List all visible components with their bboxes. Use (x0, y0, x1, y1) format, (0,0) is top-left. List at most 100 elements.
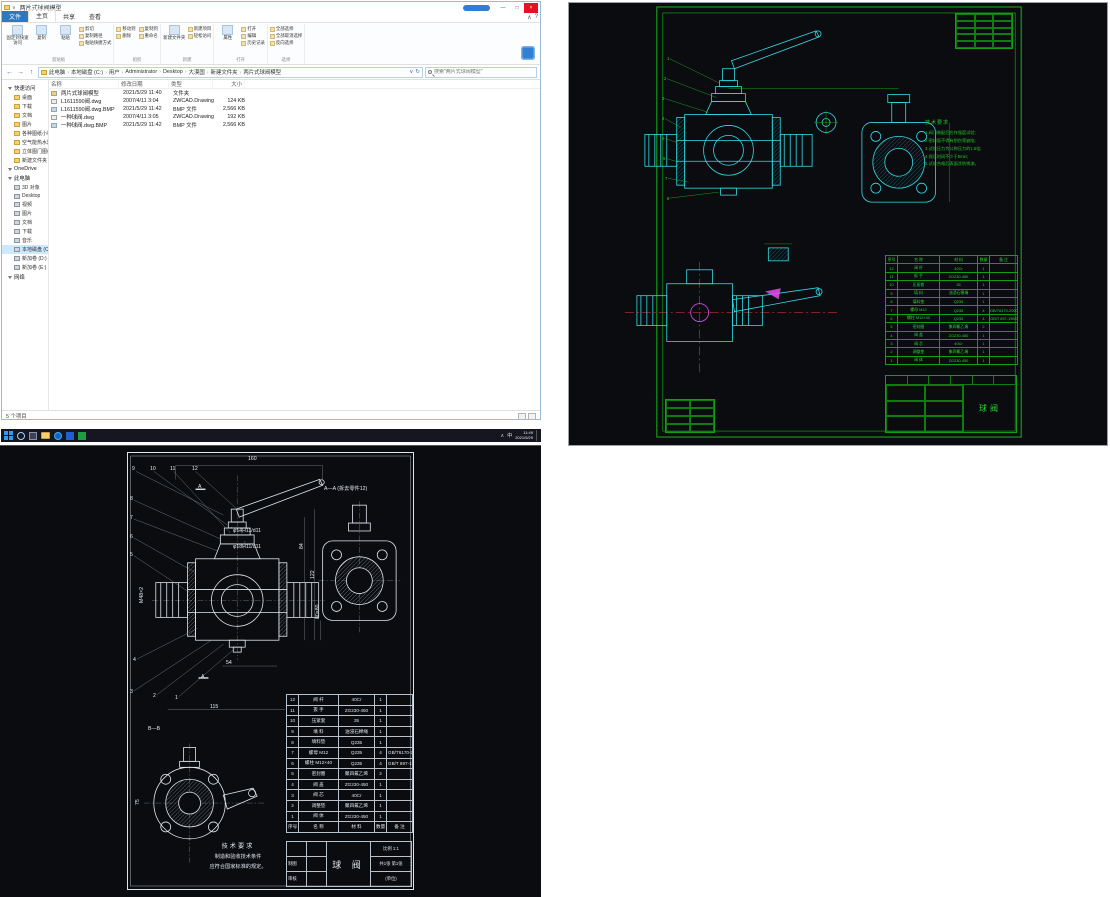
file-row[interactable]: L1611590阀.dwg 2007/4/11 3:04 ZWCAD.Drawi… (49, 97, 540, 105)
breadcrumb-item[interactable]: 此电脑 (49, 68, 71, 76)
tab-file[interactable]: 文件 (2, 11, 29, 22)
ribbon-button[interactable]: 复制路径 (79, 33, 111, 39)
sidebar-item[interactable]: 空气能热水器图纸 (2, 138, 48, 147)
sidebar-item[interactable]: 本地磁盘 (C:) (2, 245, 48, 254)
sidebar-item[interactable]: 新加卷 (E:) (2, 263, 48, 272)
green-app-icon[interactable] (78, 431, 86, 440)
ime-indicator[interactable]: 中 (507, 432, 512, 439)
ribbon-button[interactable]: 全部选择 (269, 26, 302, 32)
edge-browser-icon[interactable] (54, 431, 62, 440)
ribbon-button-icon (138, 33, 144, 39)
ribbon-button[interactable]: 移动到 (116, 26, 136, 32)
sidebar-item[interactable]: 音乐 (2, 236, 48, 245)
sidebar-item[interactable]: 视频 (2, 200, 48, 209)
breadcrumb-item[interactable]: Desktop (163, 69, 189, 75)
balloon-number: 5 (662, 136, 665, 141)
sidebar-item-label: 下载 (22, 229, 33, 235)
file-row[interactable]: 一种球阀.dwg.BMP 2021/5/29 11:42 BMP 文件 2,56… (49, 121, 540, 129)
ribbon-button[interactable]: 删除 (116, 33, 135, 39)
file-row[interactable]: 两片式球阀模型 2021/5/29 11:40 文件夹 (49, 89, 540, 97)
close-button[interactable]: × (524, 2, 538, 13)
ribbon-button[interactable]: 复制 (30, 24, 53, 46)
breadcrumb-item[interactable]: Administrator (125, 69, 163, 75)
start-button[interactable] (4, 431, 13, 440)
ribbon-button[interactable]: 打开 (241, 26, 265, 32)
taskbar-clock[interactable]: 11:49 2021/5/29 (515, 430, 533, 441)
sidebar-item[interactable]: 文档 (2, 111, 48, 120)
ribbon-button-icon (187, 33, 193, 39)
column-header-size[interactable]: 大小 (213, 80, 245, 88)
ball-valve-cad-drawing (624, 6, 1022, 438)
sidebar-item[interactable]: 下载 (2, 102, 48, 111)
breadcrumb-item[interactable]: 两片式球阀模型 (243, 68, 281, 76)
sidebar-item[interactable]: 桌面 (2, 93, 48, 102)
sidebar-item[interactable]: 立体图门图纸 (2, 147, 48, 156)
address-dropdown-icon[interactable]: ∨ (409, 69, 413, 75)
ribbon-button[interactable]: 固定到快速访问 (6, 24, 29, 46)
ribbon-button[interactable]: 粘贴快捷方式 (79, 40, 111, 46)
ribbon-button-label: 删除 (122, 33, 132, 38)
breadcrumb-item[interactable]: 新建文件夹 (211, 68, 244, 76)
ribbon-button[interactable]: 属性 (216, 24, 239, 41)
back-icon[interactable]: ← (5, 69, 14, 76)
sidebar-item[interactable]: 新建文件夹 (2, 156, 48, 165)
breadcrumb-item[interactable]: 用户 (109, 68, 126, 76)
sidebar-header-onedrive[interactable]: OneDrive (2, 165, 48, 173)
sidebar-item[interactable]: 图片 (2, 209, 48, 218)
ribbon-button[interactable]: 重命名 (138, 33, 158, 39)
help-icon[interactable]: ? (535, 14, 538, 21)
ribbon-button[interactable]: 新建文件夹 (163, 24, 186, 41)
sidebar-item[interactable]: 图片 (2, 120, 48, 129)
column-header-name[interactable]: 名称 (49, 80, 119, 88)
ribbon-button[interactable]: 编辑 (241, 33, 265, 39)
file-row[interactable]: L1611590阀.dwg.BMP 2021/5/29 11:42 BMP 文件… (49, 105, 540, 113)
refresh-icon[interactable]: ↻ (415, 69, 420, 75)
thumbnail-view-toggle[interactable] (528, 412, 536, 420)
search-input[interactable] (434, 69, 534, 75)
show-desktop-button[interactable] (536, 430, 538, 441)
sidebar-item[interactable]: 各种图纸小模型图 (2, 129, 48, 138)
collapse-ribbon-icon[interactable]: ∧ (527, 14, 531, 21)
zwcad-icon[interactable] (66, 431, 74, 440)
minimize-button[interactable]: — (496, 3, 510, 13)
maximize-button[interactable]: □ (510, 3, 524, 13)
ribbon-button[interactable]: 历史记录 (241, 40, 265, 46)
breadcrumb-item[interactable]: 大漠国 (189, 68, 211, 76)
sidebar-item[interactable]: Desktop (2, 192, 48, 200)
sidebar-item[interactable]: 3D 对象 (2, 183, 48, 192)
ribbon-button[interactable]: 全部取消选择 (269, 33, 302, 39)
file-row[interactable]: 一种球阀.dwg 2007/4/11 3:05 ZWCAD.Drawing 19… (49, 113, 540, 121)
ribbon-button[interactable]: 复制到 (138, 26, 158, 32)
forward-icon[interactable]: → (16, 69, 25, 76)
list-view-toggle[interactable] (518, 412, 526, 420)
column-header-date[interactable]: 修改日期 (119, 80, 169, 88)
sidebar-header-this-pc[interactable]: 此电脑 (2, 173, 48, 183)
file-explorer-icon[interactable] (41, 432, 50, 439)
ribbon-button[interactable]: 剪切 (79, 26, 111, 32)
sidebar-header-network[interactable]: 网络 (2, 272, 48, 282)
sidebar-item[interactable]: 下载 (2, 227, 48, 236)
sidebar-item[interactable]: 文档 (2, 218, 48, 227)
sidebar-item[interactable]: 新加卷 (D:) (2, 254, 48, 263)
ribbon-button[interactable]: 粘贴 (54, 24, 77, 46)
ribbon-button[interactable]: 新建项目 (187, 26, 211, 32)
sidebar-header-quick-access[interactable]: 快速访问 (2, 83, 48, 93)
ribbon-button[interactable]: 轻松访问 (187, 33, 211, 39)
ribbon-button-label: 粘贴快捷方式 (85, 40, 112, 45)
tray-chevron-icon[interactable]: ∧ (501, 433, 505, 439)
cortana-search-icon[interactable] (17, 431, 25, 440)
revision-table (955, 13, 1013, 49)
breadcrumb-item[interactable]: 本地磁盘 (C:) (71, 68, 109, 76)
tab-home[interactable]: 主页 (28, 9, 57, 22)
ribbon-button[interactable]: 反向选择 (269, 40, 302, 46)
tab-view[interactable]: 查看 (82, 11, 108, 22)
tab-share[interactable]: 共享 (56, 11, 82, 22)
address-box[interactable]: 此电脑本地磁盘 (C:)用户AdministratorDesktop大漠国新建文… (38, 66, 423, 78)
search-box[interactable] (425, 66, 537, 78)
quick-access-toolbar-chevron-icon[interactable]: ∨ (12, 5, 16, 11)
unit-label: (单位) (385, 876, 397, 881)
up-icon[interactable]: ↑ (27, 69, 36, 76)
column-header-type[interactable]: 类型 (169, 80, 213, 88)
task-view-icon[interactable] (29, 431, 37, 440)
file-type: BMP 文件 (173, 107, 197, 113)
